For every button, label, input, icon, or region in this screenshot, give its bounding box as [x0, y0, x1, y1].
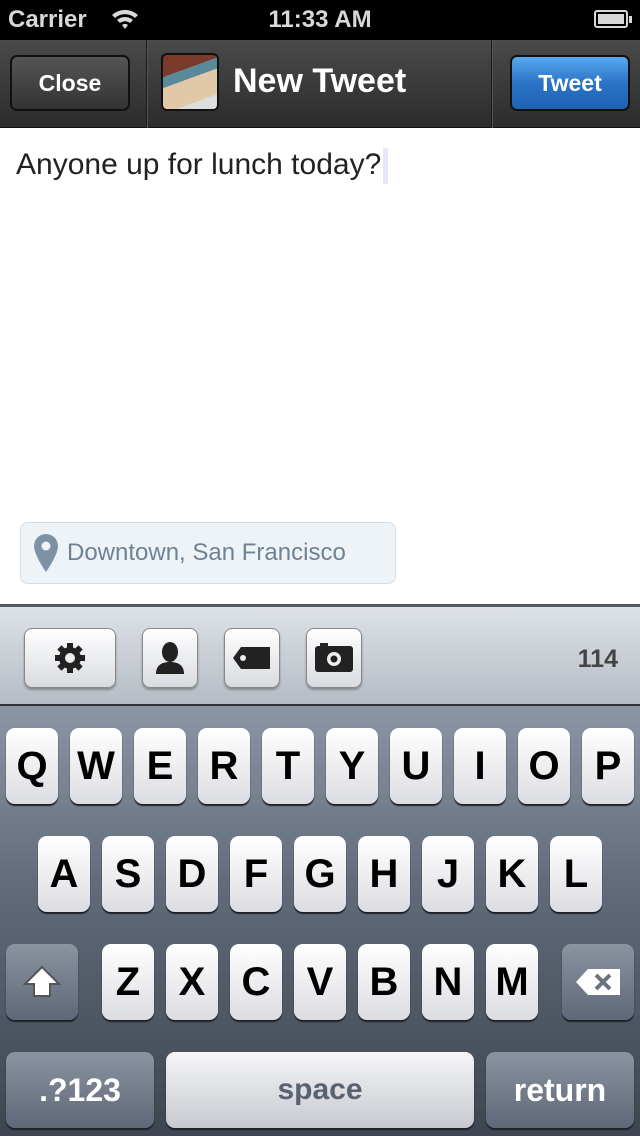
key-c[interactable]: C [230, 944, 282, 1020]
key-s[interactable]: S [102, 836, 154, 912]
gear-icon [55, 643, 85, 673]
mention-button[interactable] [142, 628, 198, 688]
settings-button[interactable] [24, 628, 116, 688]
avatar[interactable] [161, 53, 219, 111]
battery-icon [594, 10, 632, 28]
key-v[interactable]: V [294, 944, 346, 1020]
key-i[interactable]: I [454, 728, 506, 804]
shift-key[interactable] [6, 944, 78, 1020]
location-button[interactable]: Downtown, San Francisco [20, 522, 396, 584]
person-icon [156, 642, 184, 674]
tag-icon [233, 647, 270, 669]
close-button[interactable]: Close [10, 55, 130, 111]
tweet-text-input[interactable]: Anyone up for lunch today? [16, 148, 389, 185]
delete-key[interactable] [562, 944, 634, 1020]
backspace-icon [576, 969, 620, 995]
key-w[interactable]: W [70, 728, 122, 804]
key-d[interactable]: D [166, 836, 218, 912]
key-p[interactable]: P [582, 728, 634, 804]
key-u[interactable]: U [390, 728, 442, 804]
space-key[interactable]: space [166, 1052, 474, 1128]
key-n[interactable]: N [422, 944, 474, 1020]
key-y[interactable]: Y [326, 728, 378, 804]
key-q[interactable]: Q [6, 728, 58, 804]
location-label: Downtown, San Francisco [67, 539, 346, 566]
keyboard: QWERTYUIOP ASDFGHJKL ZXCVBNM .?123 space r… [0, 706, 640, 1136]
tweet-text: Anyone up for lunch today? [16, 148, 382, 181]
key-b[interactable]: B [358, 944, 410, 1020]
tweet-button[interactable]: Tweet [510, 55, 630, 111]
key-l[interactable]: L [550, 836, 602, 912]
compose-toolbar: 114 [0, 604, 640, 706]
page-title: New Tweet [233, 62, 407, 100]
key-z[interactable]: Z [102, 944, 154, 1020]
camera-button[interactable] [306, 628, 362, 688]
key-f[interactable]: F [230, 836, 282, 912]
character-count: 114 [577, 645, 618, 673]
divider [146, 40, 148, 128]
navigation-bar: Close New Tweet Tweet [0, 40, 640, 128]
key-e[interactable]: E [134, 728, 186, 804]
status-bar: Carrier 11:33 AM [0, 0, 640, 40]
key-x[interactable]: X [166, 944, 218, 1020]
numbers-key[interactable]: .?123 [6, 1052, 154, 1128]
key-j[interactable]: J [422, 836, 474, 912]
key-t[interactable]: T [262, 728, 314, 804]
divider [491, 40, 493, 128]
key-o[interactable]: O [518, 728, 570, 804]
key-r[interactable]: R [198, 728, 250, 804]
camera-icon [315, 643, 353, 672]
text-caret [383, 148, 389, 185]
hashtag-button[interactable] [224, 628, 280, 688]
clock: 11:33 AM [268, 6, 372, 33]
key-a[interactable]: A [38, 836, 90, 912]
map-pin-icon [34, 534, 58, 572]
key-h[interactable]: H [358, 836, 410, 912]
shift-arrow-icon [22, 965, 62, 997]
key-m[interactable]: M [486, 944, 538, 1020]
return-key[interactable]: return [486, 1052, 634, 1128]
key-k[interactable]: K [486, 836, 538, 912]
key-g[interactable]: G [294, 836, 346, 912]
